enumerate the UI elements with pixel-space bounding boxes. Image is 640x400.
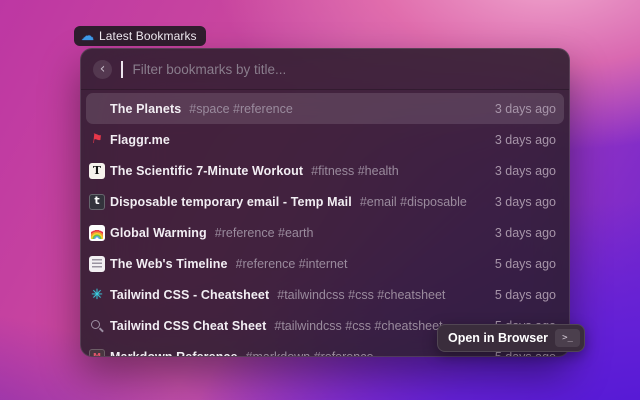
- bookmark-title: Global Warming: [110, 225, 207, 240]
- flag-icon: [89, 132, 105, 148]
- rainbow-icon: [89, 224, 105, 241]
- open-in-browser-label: Open in Browser: [448, 331, 549, 345]
- text-cursor: [121, 60, 123, 78]
- bookmark-title: Disposable temporary email - Temp Mail: [110, 194, 352, 209]
- magnifier-icon: [89, 318, 105, 334]
- list-item[interactable]: Global Warming #reference #earth 3 days …: [86, 217, 564, 248]
- bookmark-timestamp: 3 days ago: [494, 132, 556, 147]
- bookmark-tags: #fitness #health: [311, 163, 399, 178]
- bookmark-title: Tailwind CSS - Cheatsheet: [110, 287, 270, 302]
- bookmark-title: The Web's Timeline: [110, 256, 228, 271]
- bookmark-timestamp: 3 days ago: [494, 101, 556, 116]
- bookmark-timestamp: 5 days ago: [494, 256, 556, 271]
- bookmark-timestamp: 3 days ago: [494, 194, 556, 209]
- bookmark-title: The Scientific 7-Minute Workout: [110, 163, 304, 178]
- bookmark-tags: #reference #earth: [214, 225, 314, 240]
- list-item[interactable]: The Planets #space #reference 3 days ago: [86, 93, 564, 124]
- tailwind-icon: [89, 287, 105, 303]
- terminal-key-icon: >_: [555, 329, 581, 347]
- bookmark-title: Tailwind CSS Cheat Sheet: [110, 318, 267, 333]
- nyt-t-icon: [89, 162, 105, 179]
- bookmark-list: The Planets #space #reference 3 days ago…: [81, 90, 569, 357]
- bookmark-timestamp: 3 days ago: [494, 225, 556, 240]
- search-bar: ‹ Filter bookmarks by title...: [81, 49, 569, 90]
- chevron-left-icon: ‹: [99, 60, 106, 77]
- command-title-pill: ☁ Latest Bookmarks: [74, 26, 206, 46]
- open-in-browser-button[interactable]: Open in Browser >_: [437, 324, 586, 352]
- desktop-wallpaper: ☁ Latest Bookmarks ‹ Filter bookmarks by…: [0, 0, 640, 400]
- bookmark-timestamp: 3 days ago: [494, 163, 556, 178]
- cloud-icon: ☁: [81, 28, 94, 44]
- bookmarks-panel: ‹ Filter bookmarks by title... The Plane…: [80, 48, 570, 357]
- list-item[interactable]: Disposable temporary email - Temp Mail #…: [86, 186, 564, 217]
- bookmark-tags: #email #disposable: [359, 194, 467, 209]
- list-item[interactable]: The Web's Timeline #reference #internet …: [86, 248, 564, 279]
- list-item[interactable]: Flaggr.me 3 days ago: [86, 124, 564, 155]
- timeline-icon: [89, 255, 105, 272]
- bookmark-timestamp: 5 days ago: [494, 287, 556, 302]
- bookmark-title: Flaggr.me: [110, 132, 170, 147]
- bookmark-tags: #space #reference: [189, 101, 293, 116]
- bookmark-tags: #tailwindcss #css #cheatsheet: [277, 287, 446, 302]
- tempmail-t-icon: [89, 193, 105, 210]
- list-item[interactable]: Tailwind CSS - Cheatsheet #tailwindcss #…: [86, 279, 564, 310]
- markdown-icon: [89, 348, 105, 356]
- list-item[interactable]: The Scientific 7-Minute Workout #fitness…: [86, 155, 564, 186]
- bookmark-title: Markdown Reference: [110, 349, 238, 357]
- back-button[interactable]: ‹: [93, 59, 112, 79]
- search-input[interactable]: Filter bookmarks by title...: [133, 62, 287, 77]
- blank-icon: [89, 101, 105, 117]
- command-title-label: Latest Bookmarks: [99, 29, 197, 43]
- bookmark-title: The Planets: [110, 101, 182, 116]
- bookmark-tags: #reference #internet: [235, 256, 348, 271]
